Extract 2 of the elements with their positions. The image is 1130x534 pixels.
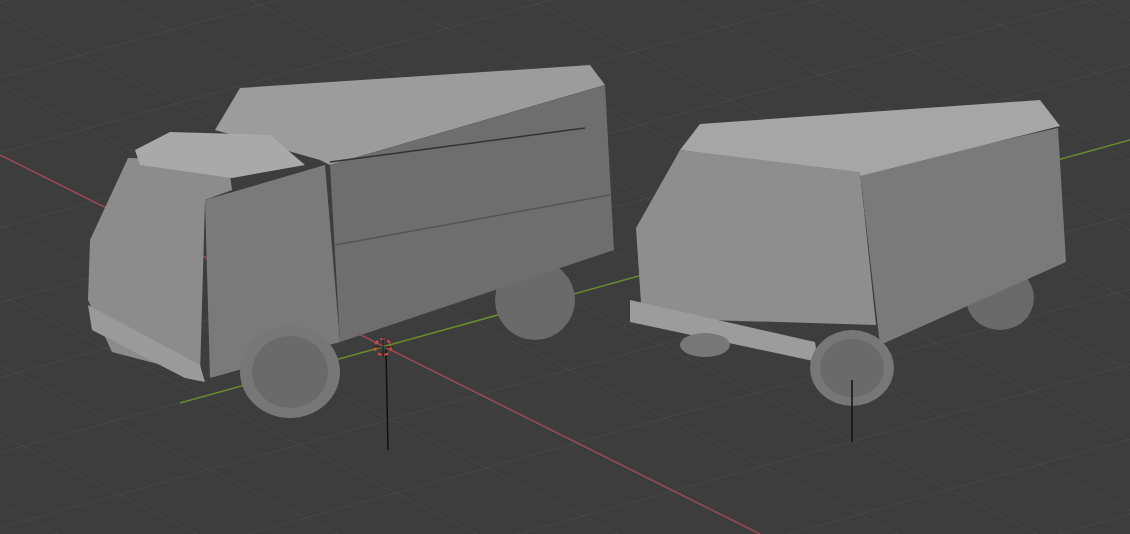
- origin-line: [851, 379, 853, 443]
- 3d-cursor-icon[interactable]: [372, 336, 394, 358]
